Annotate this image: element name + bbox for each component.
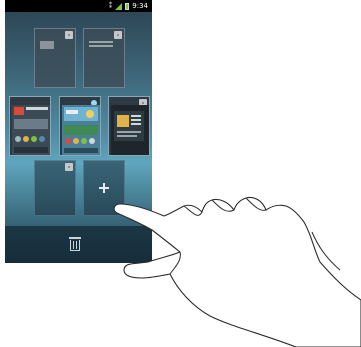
pointing-hand-illustration	[113, 196, 361, 347]
